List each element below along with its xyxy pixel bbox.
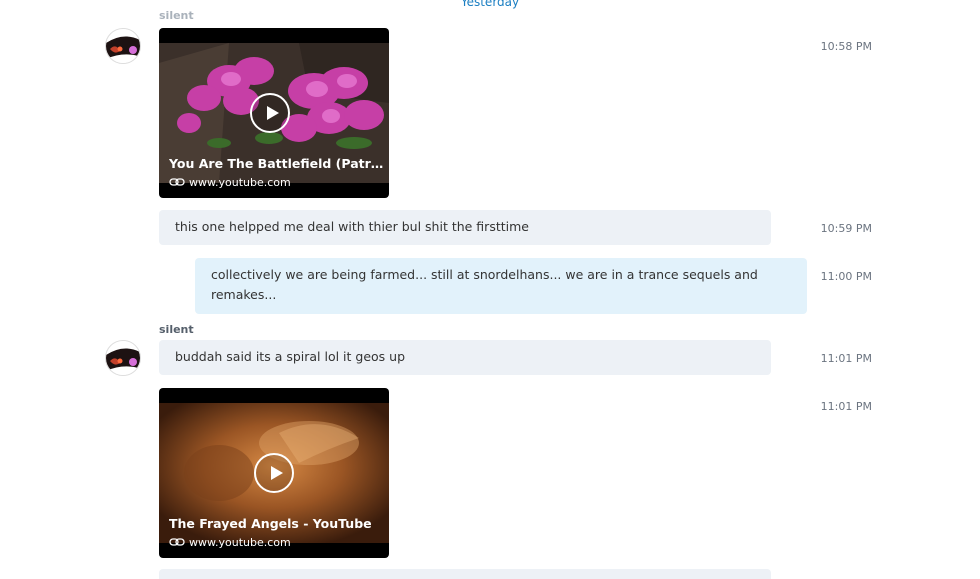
message-text: buddah said its a spiral lol it geos up: [175, 349, 406, 364]
message-text: this one helpped me deal with thier bul …: [175, 219, 529, 234]
video-card[interactable]: You Are The Battlefield (Patrick... www.…: [159, 28, 389, 198]
play-icon[interactable]: [254, 453, 294, 493]
message-timestamp: 11:01 PM: [820, 400, 872, 413]
message-timestamp: 11:01 PM: [820, 352, 872, 365]
video-link-text: www.youtube.com: [189, 176, 291, 189]
day-divider: Yesterday: [460, 0, 520, 9]
user-avatar[interactable]: [105, 340, 141, 376]
message-bubble-partial[interactable]: [159, 569, 771, 579]
sender-name: silent: [159, 323, 194, 336]
video-link[interactable]: www.youtube.com: [169, 176, 291, 189]
video-card[interactable]: The Frayed Angels - YouTube www.youtube.…: [159, 388, 389, 558]
video-title[interactable]: The Frayed Angels - YouTube: [169, 516, 384, 531]
message-timestamp: 10:58 PM: [820, 40, 872, 53]
user-avatar[interactable]: [105, 28, 141, 64]
message-bubble-outgoing[interactable]: collectively we are being farmed... stil…: [195, 258, 807, 314]
message-text-line: remakes...: [211, 287, 277, 302]
link-icon: [169, 538, 185, 546]
play-icon[interactable]: [250, 93, 290, 133]
chat-history: Yesterday silent You Are The Battlefield…: [0, 0, 980, 579]
video-title[interactable]: You Are The Battlefield (Patrick...: [169, 156, 384, 171]
video-link-text: www.youtube.com: [189, 536, 291, 549]
message-bubble[interactable]: this one helpped me deal with thier bul …: [159, 210, 771, 245]
sender-name: silent: [159, 9, 194, 22]
message-text-line: collectively we are being farmed... stil…: [211, 267, 758, 282]
link-icon: [169, 178, 185, 186]
video-link[interactable]: www.youtube.com: [169, 536, 291, 549]
message-bubble[interactable]: buddah said its a spiral lol it geos up: [159, 340, 771, 375]
message-timestamp: 11:00 PM: [820, 270, 872, 283]
message-timestamp: 10:59 PM: [820, 222, 872, 235]
